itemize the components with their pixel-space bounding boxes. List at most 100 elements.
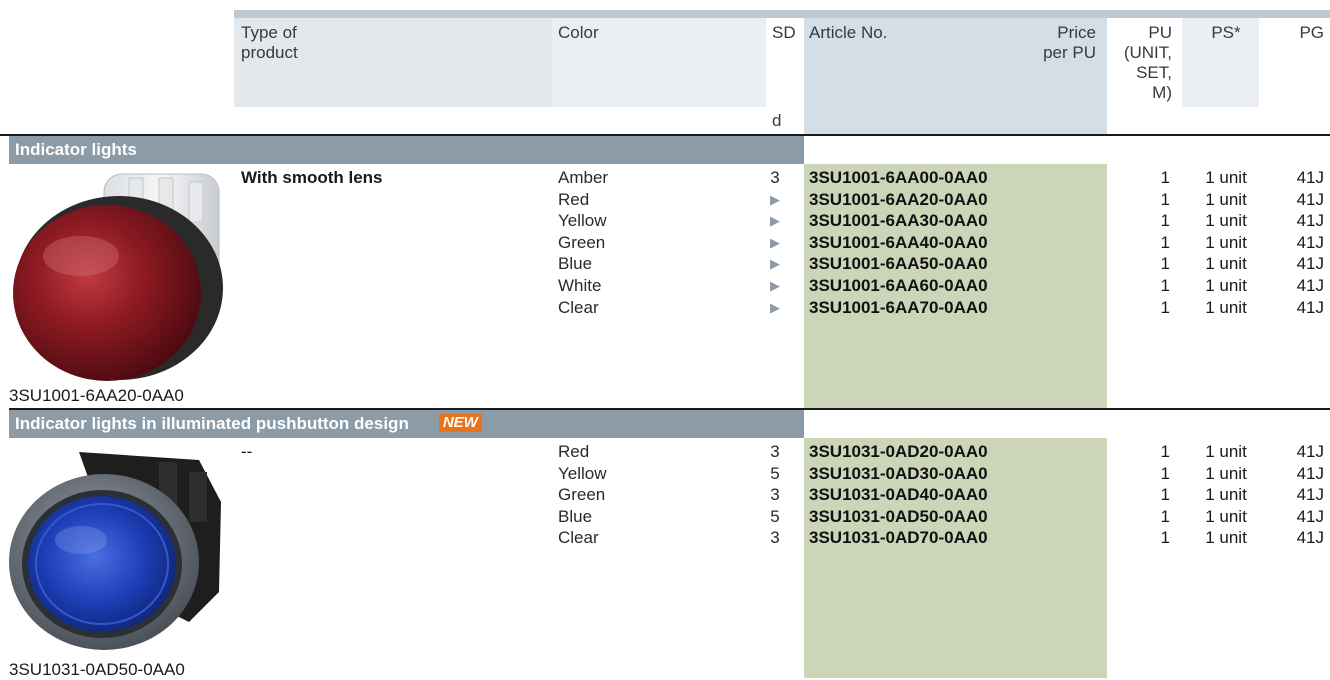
pu-cell: 1: [1160, 211, 1170, 231]
ps-cell: 1 unit: [1205, 254, 1247, 274]
header-type-line-2: product: [241, 43, 298, 62]
color-cell: Blue: [558, 506, 593, 526]
sd-cell: 3: [770, 528, 780, 548]
pu-cell: 1: [1160, 463, 1170, 483]
table-row: Blue ▶ 3SU1001-6AA50-0AA0 1 1 unit 41J: [0, 253, 1330, 275]
article-number: 3SU1001-6AA00-0AA0: [809, 168, 988, 187]
image-caption-section-2: 3SU1031-0AD50-0AA0: [9, 660, 185, 679]
image-caption-section-1: 3SU1001-6AA20-0AA0: [9, 386, 184, 405]
sd-cell: ▶: [770, 256, 780, 272]
sd-cell: ▶: [770, 234, 780, 250]
pg-cell: 41J: [1296, 232, 1324, 252]
color-cell: Yellow: [558, 463, 607, 483]
header-price: Price per PU: [1010, 23, 1096, 63]
table-row: Red ▶ 3SU1001-6AA20-0AA0 1 1 unit 41J: [0, 189, 1330, 211]
color-cell: Yellow: [558, 211, 607, 231]
pg-cell: 41J: [1296, 528, 1324, 548]
table-row: Yellow 5 3SU1031-0AD30-0AA0 1 1 unit 41J: [0, 463, 1330, 485]
ps-cell: 1 unit: [1205, 506, 1247, 526]
table-row: Yellow ▶ 3SU1001-6AA30-0AA0 1 1 unit 41J: [0, 210, 1330, 232]
table-row: Clear 3 3SU1031-0AD70-0AA0 1 1 unit 41J: [0, 527, 1330, 549]
ps-cell: 1 unit: [1205, 211, 1247, 231]
color-cell: White: [558, 276, 602, 295]
header-pu-line-1: PU: [1148, 23, 1172, 42]
pg-cell: 41J: [1296, 442, 1324, 461]
pg-cell: 41J: [1296, 297, 1324, 317]
ps-cell: 1 unit: [1205, 232, 1247, 252]
header-price-line-1: Price: [1057, 23, 1096, 42]
color-cell: Clear: [558, 297, 599, 317]
header-color: Color: [558, 23, 599, 42]
header-pg: PG: [1299, 23, 1324, 42]
header-article-no: Article No.: [809, 23, 888, 42]
sd-cell: 5: [770, 463, 780, 483]
article-number: 3SU1001-6AA30-0AA0: [809, 211, 988, 231]
article-number: 3SU1001-6AA60-0AA0: [809, 276, 988, 295]
table-row: Green ▶ 3SU1001-6AA40-0AA0 1 1 unit 41J: [0, 232, 1330, 254]
ps-cell: 1 unit: [1205, 528, 1247, 548]
ps-cell: 1 unit: [1205, 463, 1247, 483]
article-number: 3SU1001-6AA20-0AA0: [809, 189, 988, 209]
article-number: 3SU1031-0AD20-0AA0: [809, 442, 988, 461]
pg-cell: 41J: [1296, 276, 1324, 295]
table-row: Clear ▶ 3SU1001-6AA70-0AA0 1 1 unit 41J: [0, 297, 1330, 319]
section-1-title-text: Indicator lights: [15, 140, 137, 159]
pu-cell: 1: [1160, 276, 1170, 295]
article-number: 3SU1031-0AD50-0AA0: [809, 506, 988, 526]
header-type-of-product: Type of product: [241, 23, 298, 63]
article-number: 3SU1031-0AD70-0AA0: [809, 528, 988, 548]
pu-cell: 1: [1160, 506, 1170, 526]
pu-cell: 1: [1160, 168, 1170, 187]
sd-cell: 5: [770, 506, 780, 526]
sd-cell: ▶: [770, 278, 780, 293]
section-title-indicator-lights: Indicator lights: [9, 136, 804, 164]
ps-cell: 1 unit: [1205, 168, 1247, 187]
ps-cell: 1 unit: [1205, 297, 1247, 317]
pu-cell: 1: [1160, 254, 1170, 274]
article-number: 3SU1031-0AD30-0AA0: [809, 463, 988, 483]
color-cell: Amber: [558, 168, 609, 187]
header-price-line-2: per PU: [1043, 43, 1096, 62]
color-cell: Blue: [558, 254, 593, 274]
pg-cell: 41J: [1296, 463, 1324, 483]
color-cell: Red: [558, 442, 590, 461]
table-row: Amber 3 3SU1001-6AA00-0AA0 1 1 unit 41J: [0, 167, 1330, 189]
pu-cell: 1: [1160, 232, 1170, 252]
table-row: Green 3 3SU1031-0AD40-0AA0 1 1 unit 41J: [0, 484, 1330, 506]
header-pu: PU (UNIT, SET, M): [1110, 23, 1172, 103]
pg-cell: 41J: [1296, 506, 1324, 526]
pg-cell: 41J: [1296, 254, 1324, 274]
header-type-line-1: Type of: [241, 23, 297, 42]
header-sd-unit: d: [772, 111, 782, 130]
sd-cell: ▶: [770, 213, 780, 229]
pg-cell: 41J: [1296, 168, 1324, 187]
sd-cell: 3: [770, 442, 780, 461]
sd-cell: 3: [770, 168, 780, 187]
section-title-illuminated-pushbutton: Indicator lights in illuminated pushbutt…: [9, 410, 804, 438]
color-cell: Clear: [558, 528, 599, 548]
color-cell: Red: [558, 189, 590, 209]
pu-cell: 1: [1160, 485, 1170, 505]
header-pu-line-4: M): [1152, 83, 1172, 102]
pg-cell: 41J: [1296, 189, 1324, 209]
sd-cell: 3: [770, 485, 780, 505]
pu-cell: 1: [1160, 442, 1170, 461]
new-badge: NEW: [438, 414, 482, 432]
pu-cell: 1: [1160, 528, 1170, 548]
pu-cell: 1: [1160, 189, 1170, 209]
ps-cell: 1 unit: [1205, 189, 1247, 209]
sd-cell: ▶: [770, 299, 780, 315]
color-cell: Green: [558, 485, 606, 505]
article-number: 3SU1001-6AA70-0AA0: [809, 297, 988, 317]
ps-cell: 1 unit: [1205, 485, 1247, 505]
table-row: Red 3 3SU1031-0AD20-0AA0 1 1 unit 41J: [0, 441, 1330, 463]
table-row: Blue 5 3SU1031-0AD50-0AA0 1 1 unit 41J: [0, 506, 1330, 528]
header-pu-line-3: SET,: [1136, 63, 1172, 82]
article-number: 3SU1001-6AA50-0AA0: [809, 254, 988, 274]
article-number: 3SU1001-6AA40-0AA0: [809, 232, 988, 252]
header-pu-line-2: (UNIT,: [1123, 43, 1172, 62]
pg-cell: 41J: [1296, 485, 1324, 505]
section-2-title-text: Indicator lights in illuminated pushbutt…: [15, 414, 409, 433]
article-number: 3SU1031-0AD40-0AA0: [809, 485, 988, 505]
ps-cell: 1 unit: [1205, 276, 1247, 295]
